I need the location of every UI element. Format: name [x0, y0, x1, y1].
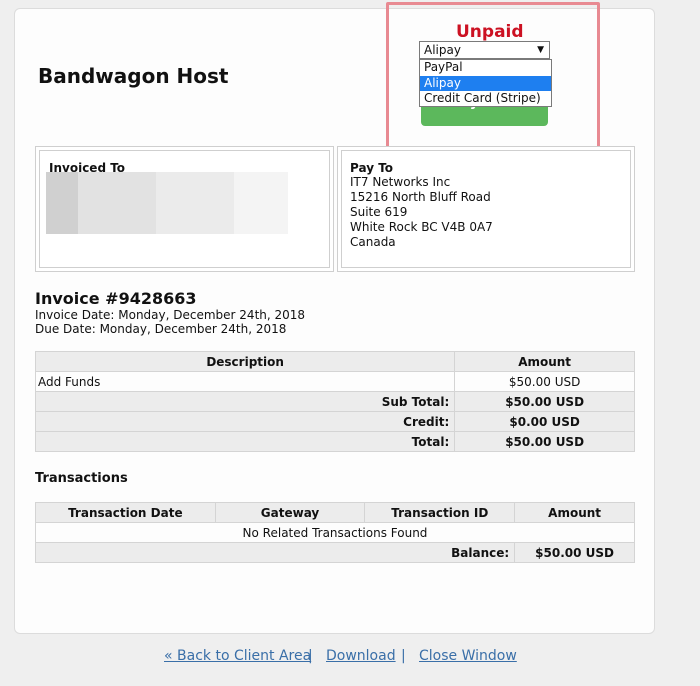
pay-to-line: White Rock BC V4B 0A7 [350, 220, 493, 234]
column-header-amount: Amount [454, 351, 635, 372]
subtotal-row: Sub Total: $50.00 USD [34, 391, 635, 412]
pay-to-line: Suite 619 [350, 205, 408, 219]
transactions-table: Transaction Date Gateway Transaction ID … [34, 502, 635, 563]
no-transactions-message: No Related Transactions Found [35, 522, 635, 543]
column-header-amount: Amount [514, 502, 635, 523]
subtotal-label: Sub Total: [34, 391, 456, 412]
item-amount: $50.00 USD [454, 371, 635, 392]
pay-to-line: 15216 North Bluff Road [350, 190, 491, 204]
back-to-client-area-link[interactable]: « Back to Client Area [164, 648, 311, 664]
credit-value: $0.00 USD [454, 411, 635, 432]
due-date: Due Date: Monday, December 24th, 2018 [35, 322, 287, 336]
pay-to-title: Pay To [350, 161, 394, 175]
column-header-gateway: Gateway [214, 502, 366, 523]
invoice-title: Invoice #9428663 [35, 289, 197, 308]
credit-row: Credit: $0.00 USD [34, 411, 635, 432]
payment-highlight-box [386, 2, 600, 151]
total-row: Total: $50.00 USD [34, 431, 635, 452]
balance-label: Balance: [34, 542, 516, 563]
pay-to-inner: Pay To IT7 Networks Inc 15216 North Bluf… [341, 150, 631, 268]
total-value: $50.00 USD [454, 431, 635, 452]
balance-row: Balance: $50.00 USD [34, 542, 635, 563]
close-window-link[interactable]: Close Window [419, 648, 517, 664]
pay-to-box: Pay To IT7 Networks Inc 15216 North Bluf… [337, 146, 635, 272]
table-row: Add Funds $50.00 USD [34, 371, 635, 392]
pay-to-line: Canada [350, 235, 396, 249]
transactions-heading: Transactions [35, 471, 128, 486]
credit-label: Credit: [34, 411, 456, 432]
subtotal-value: $50.00 USD [454, 391, 635, 412]
column-header-transaction-date: Transaction Date [35, 502, 216, 523]
footer-separator: | [401, 648, 406, 664]
company-name: Bandwagon Host [38, 64, 229, 88]
redacted-address [46, 172, 288, 234]
pay-to-line: IT7 Networks Inc [350, 175, 451, 189]
total-label: Total: [34, 431, 456, 452]
footer-separator: | [308, 648, 313, 664]
column-header-transaction-id: Transaction ID [364, 502, 516, 523]
balance-value: $50.00 USD [514, 542, 635, 563]
invoice-date: Invoice Date: Monday, December 24th, 201… [35, 308, 306, 322]
column-header-description: Description [34, 351, 456, 372]
download-link[interactable]: Download [326, 648, 396, 664]
item-description: Add Funds [34, 371, 456, 392]
table-row: No Related Transactions Found [35, 522, 635, 543]
invoice-items-table: Description Amount Add Funds $50.00 USD … [34, 351, 635, 452]
